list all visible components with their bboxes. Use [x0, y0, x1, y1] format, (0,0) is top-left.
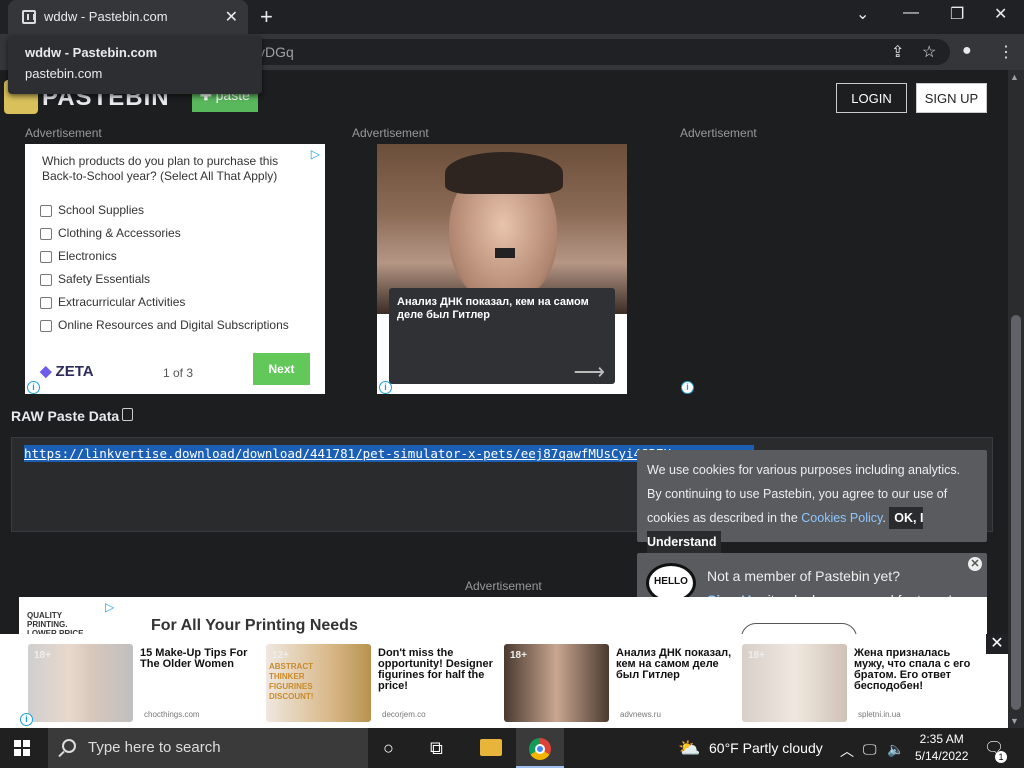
raw-paste-content[interactable]: https://linkvertise.download/download/44…: [24, 446, 671, 461]
ad-label: Advertisement: [465, 579, 542, 593]
poll-option[interactable]: Extracurricular Activities: [40, 295, 185, 309]
network-icon[interactable]: 🖵: [863, 741, 877, 758]
close-promo-icon[interactable]: ✕: [968, 557, 982, 571]
chevron-up-icon[interactable]: ︿: [840, 741, 854, 761]
checkbox[interactable]: [40, 319, 52, 332]
tab-title: wddw - Pastebin.com: [44, 9, 168, 24]
cookie-banner: We use cookies for various purposes incl…: [637, 450, 987, 553]
poll-next-button[interactable]: Next: [253, 353, 310, 385]
sponsored-source: chocthings.com: [144, 710, 200, 719]
chrome-icon: [529, 738, 551, 760]
taskbar-search-box[interactable]: Type here to search: [48, 728, 368, 768]
ad-label: Advertisement: [680, 126, 757, 140]
checkbox[interactable]: [40, 296, 52, 309]
signup-promo-heading: Not a member of Pastebin yet?: [707, 568, 900, 584]
news-ad-headline: Анализ ДНК показал, кем на самом деле бы…: [397, 296, 589, 321]
sponsored-title: 15 Make-Up Tips For The Older Women: [140, 647, 248, 670]
search-icon: [62, 739, 76, 753]
poll-option[interactable]: School Supplies: [40, 203, 144, 217]
taskbar-clock[interactable]: 2:35 AM 5/14/2022: [915, 731, 968, 765]
volume-icon[interactable]: 🔈: [887, 741, 904, 758]
bookmark-star-icon[interactable]: ☆: [922, 42, 936, 62]
sponsored-title: Анализ ДНК показал, кем на самом деле бы…: [616, 647, 732, 681]
scrollbar-thumb[interactable]: [1011, 315, 1021, 710]
sponsored-title: Жена призналась мужу, что спала с его бр…: [854, 647, 971, 692]
tooltip-title: wddw - Pastebin.com: [25, 45, 158, 60]
sponsored-source: decorjem.co: [382, 710, 426, 719]
weather-text[interactable]: 60°F Partly cloudy: [709, 740, 823, 756]
adchoices-icon[interactable]: ▷: [105, 600, 114, 614]
raw-paste-title: RAW Paste Data: [11, 408, 120, 424]
cookies-policy-link[interactable]: Cookies Policy: [801, 511, 882, 525]
checkbox[interactable]: [40, 227, 52, 240]
pastebin-favicon-icon: [22, 10, 36, 24]
clock-time: 2:35 AM: [919, 732, 964, 746]
poll-question: Which products do you plan to purchase t…: [42, 154, 279, 183]
ad-info-icon[interactable]: i: [681, 381, 694, 394]
sponsored-source: spletni.in.ua: [858, 710, 901, 719]
tab-hover-tooltip: wddw - Pastebin.com pastebin.com: [8, 36, 262, 94]
menu-kebab-icon[interactable]: ⋮: [998, 42, 1014, 62]
ad-label: Advertisement: [25, 126, 102, 140]
sponsored-strip: 18+ 15 Make-Up Tips For The Older Women …: [0, 634, 1008, 728]
minimize-button[interactable]: —: [903, 4, 919, 22]
tab-search-chevron-icon[interactable]: ⌄: [856, 4, 869, 24]
printing-ad-headline: For All Your Printing Needs: [151, 617, 358, 634]
scroll-up-arrow-icon[interactable]: ▲: [1010, 72, 1019, 82]
profile-icon[interactable]: ●: [962, 42, 972, 60]
printing-ad[interactable]: QUALITY PRINTING. LOWER PRICE ▷ For All …: [19, 597, 987, 637]
poll-ad[interactable]: Which products do you plan to purchase t…: [25, 144, 325, 394]
notification-count: 1: [995, 751, 1007, 763]
login-button[interactable]: LOGIN: [836, 83, 907, 113]
tooltip-url: pastebin.com: [25, 66, 103, 81]
copy-icon[interactable]: [122, 408, 133, 421]
poll-option[interactable]: Electronics: [40, 249, 117, 263]
poll-option[interactable]: Clothing & Accessories: [40, 226, 181, 240]
windows-start-icon[interactable]: [14, 740, 30, 756]
signup-button[interactable]: SIGN UP: [916, 83, 987, 113]
ad-info-icon[interactable]: i: [379, 381, 392, 394]
news-ad-card[interactable]: Анализ ДНК показал, кем на самом деле бы…: [389, 288, 615, 384]
restore-button[interactable]: ❐: [950, 4, 964, 24]
cortana-icon[interactable]: ○: [383, 738, 394, 759]
adchoices-icon[interactable]: ▷: [311, 147, 320, 161]
scroll-down-arrow-icon[interactable]: ▼: [1010, 716, 1019, 726]
sponsored-image-caption: ABSTRACT THINKER FIGURINES DISCOUNT!: [269, 662, 314, 701]
checkbox[interactable]: [40, 273, 52, 286]
sponsored-title: Don't miss the opportunity! Designer fig…: [378, 647, 493, 692]
checkbox[interactable]: [40, 250, 52, 263]
address-bar-text: vDGq: [258, 44, 294, 60]
file-explorer-icon[interactable]: [480, 739, 502, 756]
zeta-logo: ZETA: [40, 362, 94, 380]
ad-info-icon[interactable]: i: [27, 381, 40, 394]
ad-info-icon[interactable]: i: [20, 713, 33, 726]
partly-cloudy-icon[interactable]: ⛅: [678, 738, 700, 759]
close-strip-icon[interactable]: ✕: [986, 634, 1008, 654]
poll-option[interactable]: Safety Essentials: [40, 272, 150, 286]
checkbox[interactable]: [40, 204, 52, 217]
task-view-icon[interactable]: ⧉: [430, 738, 443, 759]
share-icon[interactable]: ⇪: [891, 42, 904, 62]
tab-close-icon[interactable]: ✕: [225, 7, 238, 27]
sponsored-source: advnews.ru: [620, 710, 661, 719]
poll-page-indicator: 1 of 3: [163, 366, 194, 380]
poll-option[interactable]: Online Resources and Digital Subscriptio…: [40, 318, 289, 332]
ad-label: Advertisement: [352, 126, 429, 140]
close-window-button[interactable]: ✕: [994, 4, 1007, 24]
browser-tab[interactable]: wddw - Pastebin.com ✕: [8, 0, 248, 34]
new-tab-button[interactable]: +: [260, 4, 273, 30]
clock-date: 5/14/2022: [915, 749, 969, 763]
arrow-right-icon: ⟶: [573, 359, 605, 384]
